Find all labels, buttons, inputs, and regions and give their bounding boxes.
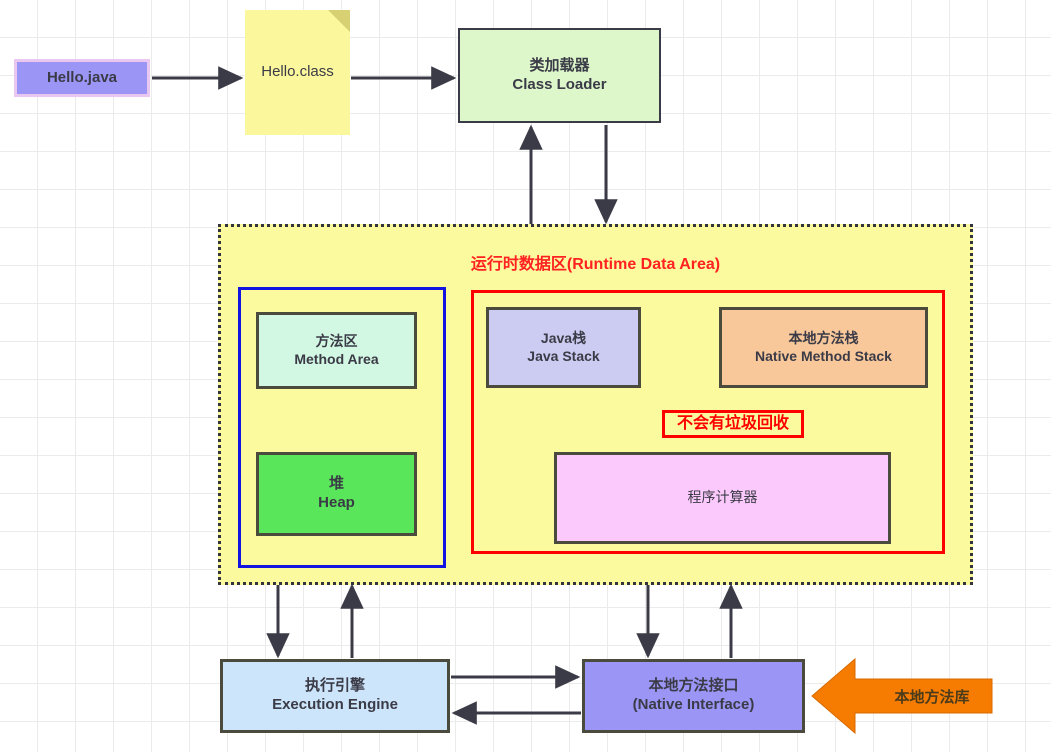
method-area-label-cn: 方法区 — [315, 333, 358, 349]
method-area-node[interactable]: 方法区 Method Area — [256, 312, 417, 389]
program-counter-label: 程序计算器 — [687, 489, 758, 506]
method-area-label-en: Method Area — [294, 350, 379, 367]
document-fold-icon — [328, 10, 350, 32]
native-interface-node[interactable]: 本地方法接口 (Native Interface) — [582, 659, 805, 733]
java-stack-label-cn: Java栈 — [540, 330, 587, 346]
hello-java-label: Hello.java — [46, 68, 118, 86]
native-method-stack-node[interactable]: 本地方法栈 Native Method Stack — [719, 307, 928, 388]
diagram-canvas: Hello.java Hello.class 类加载器 Class Loader… — [0, 0, 1051, 752]
native-method-stack-label-cn: 本地方法栈 — [788, 330, 859, 346]
hello-class-document-node[interactable]: Hello.class — [245, 10, 350, 135]
native-method-stack-label-en: Native Method Stack — [755, 347, 892, 364]
heap-label-en: Heap — [318, 494, 355, 511]
execution-engine-label-en: Execution Engine — [272, 696, 398, 713]
class-loader-label-en: Class Loader — [512, 75, 607, 93]
class-loader-label-cn: 类加载器 — [529, 56, 590, 74]
no-garbage-collection-note: 不会有垃圾回收 — [662, 410, 804, 438]
heap-node[interactable]: 堆 Heap — [256, 452, 417, 536]
native-library-label: 本地方法库 — [894, 688, 970, 706]
execution-engine-node[interactable]: 执行引擎 Execution Engine — [220, 659, 450, 733]
heap-label-cn: 堆 — [328, 475, 344, 493]
native-interface-label-en: (Native Interface) — [632, 696, 755, 713]
hello-class-label: Hello.class — [261, 63, 334, 81]
no-garbage-collection-label: 不会有垃圾回收 — [676, 415, 789, 432]
program-counter-node[interactable]: 程序计算器 — [554, 452, 891, 544]
java-stack-label-en: Java Stack — [527, 347, 600, 364]
execution-engine-label-cn: 执行引擎 — [304, 677, 365, 695]
runtime-data-area-title: 运行时数据区(Runtime Data Area) — [470, 256, 721, 273]
class-loader-node[interactable]: 类加载器 Class Loader — [458, 28, 661, 123]
native-interface-label-cn: 本地方法接口 — [648, 677, 739, 695]
java-stack-node[interactable]: Java栈 Java Stack — [486, 307, 641, 388]
hello-java-node[interactable]: Hello.java — [14, 59, 150, 97]
